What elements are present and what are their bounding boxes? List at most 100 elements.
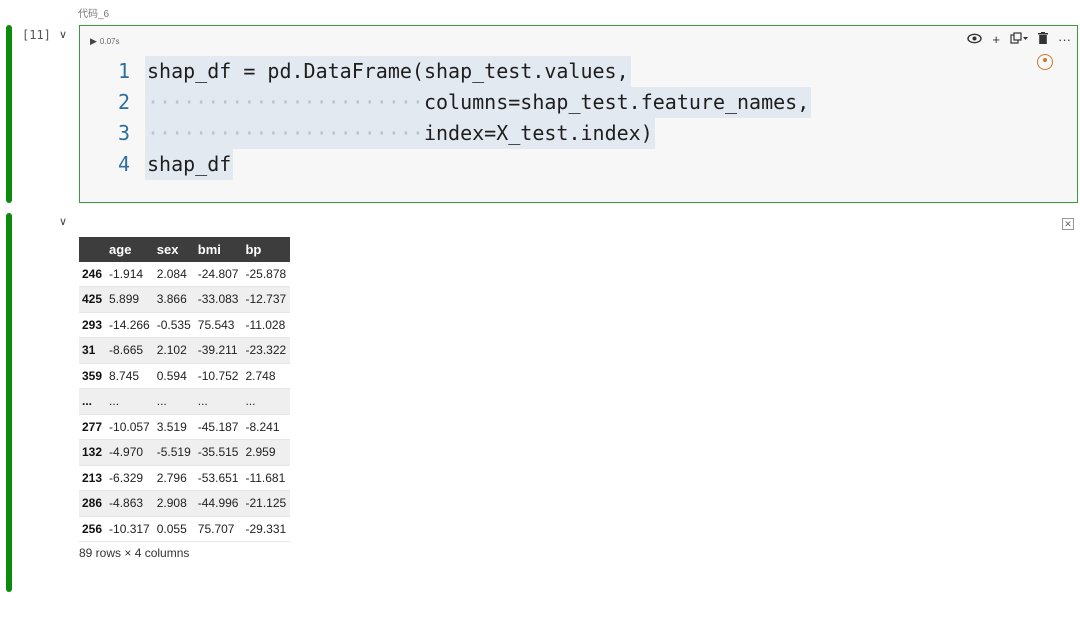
- table-row: 213 -6.329 2.796 -53.651 -11.681: [79, 465, 291, 491]
- dataframe-table: age sex bmi bp 246 -1.914 2.084 -24.807 -25.…: [79, 237, 291, 542]
- column-header: bp: [242, 237, 291, 262]
- row-index: ...: [82, 394, 93, 409]
- table-cell: 8.745: [109, 368, 140, 383]
- table-cell: -8.665: [109, 343, 144, 358]
- code-text: shap_df = pd.DataFrame(shap_test.values,: [145, 56, 631, 87]
- column-header: age: [106, 237, 154, 262]
- table-cell: -8.241: [245, 419, 280, 434]
- indent-guide: ·······················: [147, 121, 424, 145]
- cell-title: 代码_6: [78, 9, 110, 20]
- row-index: 286: [82, 496, 103, 511]
- table-cell: 2.796: [156, 470, 187, 485]
- table-cell: 2.084: [156, 266, 187, 281]
- table-row: 277 -10.057 3.519 -45.187 -8.241: [79, 414, 291, 440]
- code-indent-and-text: ·······················index=X_test.inde…: [145, 118, 655, 149]
- trash-icon[interactable]: [1038, 32, 1048, 47]
- table-cell: -4.970: [109, 445, 144, 460]
- table-cell: 2.102: [156, 343, 187, 358]
- code-line: 3 ·······················index=X_test.in…: [110, 118, 811, 149]
- table-cell: -1.914: [109, 266, 144, 281]
- code-text: shap_df: [145, 149, 234, 180]
- column-header: bmi: [194, 237, 243, 262]
- table-cell: ...: [156, 394, 167, 409]
- plus-icon[interactable]: +: [992, 32, 1000, 47]
- play-icon[interactable]: ▶: [90, 36, 97, 47]
- table-row: ...............: [79, 388, 291, 414]
- copy-icon[interactable]: [1010, 32, 1028, 47]
- dataframe-shape: 89 rows × 4 columns: [79, 546, 190, 560]
- line-number: 4: [117, 152, 130, 176]
- table-row: 359 8.745 0.594 -10.752 2.748: [79, 363, 291, 389]
- row-index: 31: [82, 343, 96, 358]
- row-index: 256: [82, 521, 103, 536]
- kernel-status-icon[interactable]: [1037, 54, 1053, 70]
- table-cell: -12.737: [245, 292, 287, 307]
- table-row: 246 -1.914 2.084 -24.807 -25.878: [79, 262, 291, 287]
- row-index: 213: [82, 470, 103, 485]
- table-cell: -10.752: [197, 368, 239, 383]
- code-cell-input[interactable]: ▶ 0.07s + ··· 1 shap_df = pd.DataFrame(s…: [79, 25, 1078, 203]
- table-cell: -33.083: [197, 292, 239, 307]
- table-row: 31 -8.665 2.102 -39.211 -23.322: [79, 337, 291, 363]
- table-cell: -29.331: [245, 521, 287, 536]
- clear-output-icon[interactable]: ✕: [1062, 218, 1074, 230]
- table-cell: -11.681: [245, 470, 286, 485]
- index-header: [79, 237, 107, 262]
- row-index: 293: [82, 317, 103, 332]
- code-text: index=X_test.index): [423, 121, 653, 145]
- table-row: 256 -10.317 0.055 75.707 -29.331: [79, 516, 291, 542]
- table-cell: 75.707: [197, 521, 235, 536]
- table-cell: -4.863: [109, 496, 144, 511]
- table-cell: -24.807: [197, 266, 239, 281]
- table-cell: -14.266: [109, 317, 150, 332]
- table-cell: 2.748: [245, 368, 276, 383]
- row-index: 277: [82, 419, 103, 434]
- table-row: 293 -14.266 -0.535 75.543 -11.028: [79, 312, 291, 338]
- table-cell: 0.594: [156, 368, 187, 383]
- column-header: sex: [153, 237, 195, 262]
- output-chevron-down-icon[interactable]: ∨: [56, 215, 70, 229]
- table-cell: 2.959: [245, 445, 276, 460]
- table-cell: -53.651: [197, 470, 239, 485]
- table-cell: ...: [197, 394, 208, 409]
- table-cell: -35.515: [197, 445, 239, 460]
- input-chevron-down-icon[interactable]: ∨: [56, 28, 70, 42]
- line-number: 3: [117, 121, 130, 145]
- code-indent-and-text: ·······················columns=shap_test…: [145, 87, 812, 118]
- execution-count: [11]: [22, 28, 51, 42]
- table-cell: 3.866: [156, 292, 187, 307]
- table-cell: -11.028: [245, 317, 286, 332]
- output-collapse-bar[interactable]: [6, 213, 12, 592]
- input-collapse-bar[interactable]: [6, 25, 12, 203]
- code-editor[interactable]: 1 shap_df = pd.DataFrame(shap_test.value…: [110, 56, 812, 180]
- table-cell: 5.899: [109, 292, 140, 307]
- indent-guide: ·······················: [147, 90, 424, 114]
- table-cell: -6.329: [109, 470, 144, 485]
- table-cell: -10.317: [109, 521, 150, 536]
- table-cell: -10.057: [109, 419, 150, 434]
- table-cell: -23.322: [245, 343, 287, 358]
- row-index: 132: [82, 445, 103, 460]
- table-cell: -39.211: [197, 343, 238, 358]
- table-cell: ...: [109, 394, 120, 409]
- cell-toolbar: + ···: [967, 32, 1071, 47]
- table-row: 286 -4.863 2.908 -44.996 -21.125: [79, 490, 291, 516]
- line-number: 2: [117, 90, 130, 114]
- code-text: columns=shap_test.feature_names,: [423, 90, 810, 114]
- table-cell: 0.055: [156, 521, 187, 536]
- table-row: 425 5.899 3.866 -33.083 -12.737: [79, 286, 291, 312]
- run-time: 0.07s: [99, 37, 120, 46]
- table-cell: 3.519: [156, 419, 187, 434]
- eye-icon[interactable]: [967, 33, 983, 47]
- row-index: 425: [82, 292, 103, 307]
- table-header-row: age sex bmi bp: [79, 237, 291, 262]
- table-cell: -21.125: [245, 496, 287, 511]
- table-cell: 75.543: [197, 317, 235, 332]
- line-number: 1: [117, 59, 130, 83]
- table-cell: 2.908: [156, 496, 187, 511]
- more-icon[interactable]: ···: [1058, 32, 1071, 47]
- row-index: 246: [82, 266, 103, 281]
- table-cell: -45.187: [197, 419, 239, 434]
- table-cell: -0.535: [156, 317, 191, 332]
- table-cell: -5.519: [156, 445, 191, 460]
